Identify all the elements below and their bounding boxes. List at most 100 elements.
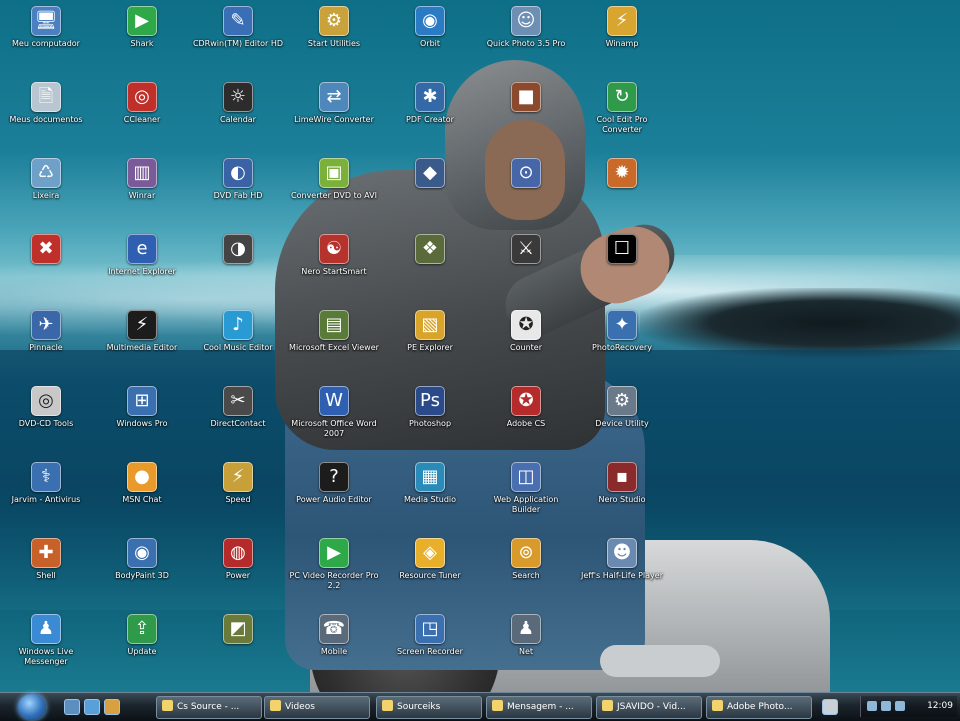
desktop-shortcut[interactable]: ⚙ Start Utilities <box>288 4 380 68</box>
taskbar-window-button[interactable]: Adobe Photo... <box>706 696 812 719</box>
device-icon: ⚙ <box>607 386 637 416</box>
desktop-shortcut[interactable]: ✚ Shell <box>0 536 92 600</box>
desktop-shortcut[interactable]: ▧ PE Explorer <box>384 308 476 372</box>
network-icon[interactable] <box>867 701 877 711</box>
desktop-shortcut[interactable]: ✎ CDRwin(TM) Editor HD <box>192 4 284 68</box>
desktop-shortcut[interactable]: ⚡ Speed <box>192 460 284 524</box>
shield-icon[interactable] <box>895 701 905 711</box>
desktop-shortcut[interactable]: ⚡ Multimedia Editor <box>96 308 188 372</box>
desktop-shortcut[interactable]: ◎ DVD-CD Tools <box>0 384 92 448</box>
shortcut-label: Device Utility <box>595 419 649 428</box>
taskbar-button-label: Videos <box>285 702 315 712</box>
video-recorder-icon: ▶ <box>319 538 349 568</box>
desktop-shortcut[interactable]: ▥ Winrar <box>96 156 188 220</box>
shortcut-label: Update <box>127 647 157 656</box>
shortcut-label: Jeff's Half-Life Player <box>581 571 663 580</box>
desktop-shortcut[interactable]: ▤ Microsoft Excel Viewer <box>288 308 380 372</box>
taskbar-window-button[interactable]: Mensagem - ... <box>486 696 592 719</box>
shortcut-label: Converter DVD to AVI <box>291 191 377 200</box>
desktop-shortcut[interactable]: ⚡ Winamp <box>576 4 668 68</box>
desktop-shortcut[interactable]: ♟ Net <box>480 612 572 676</box>
media-editor-icon: ✎ <box>223 6 253 36</box>
desktop-shortcut[interactable]: ⊚ Search <box>480 536 572 600</box>
taskbar-window-button[interactable]: Videos <box>264 696 370 719</box>
desktop-shortcut[interactable]: ◐ DVD Fab HD <box>192 156 284 220</box>
app-icon: ◆ <box>415 158 445 188</box>
desktop-shortcut[interactable]: ◉ Orbit <box>384 4 476 68</box>
shortcut-label: Microsoft Office Word 2007 <box>291 419 377 438</box>
desktop-shortcut[interactable]: 🖥 Meu computador <box>0 4 92 68</box>
desktop-shortcut[interactable]: ♟ Windows Live Messenger <box>0 612 92 676</box>
taskbar-window-button[interactable]: Sourceiks <box>376 696 482 719</box>
desktop-shortcut[interactable]: e Internet Explorer <box>96 232 188 296</box>
desktop-shortcut[interactable]: ⇄ LimeWire Converter <box>288 80 380 144</box>
desktop-shortcut[interactable]: ☻ Jeff's Half-Life Player <box>576 536 668 600</box>
globe-icon: e <box>127 234 157 264</box>
desktop-shortcut[interactable]: ● MSN Chat <box>96 460 188 524</box>
desktop-shortcut[interactable]: ☼ Calendar <box>192 80 284 144</box>
desktop-shortcut[interactable]: ✖ <box>0 232 92 296</box>
desktop-shortcut[interactable]: ⚙ Device Utility <box>576 384 668 448</box>
start-orb-button[interactable] <box>18 694 46 720</box>
desktop-shortcut[interactable]: ☺ Quick Photo 3.5 Pro <box>480 4 572 68</box>
taskbar-window-button[interactable]: JSAVIDO - Vid... <box>596 696 702 719</box>
shortcut-label: LimeWire Converter <box>294 115 374 124</box>
desktop-shortcut[interactable]: ⚔ <box>480 232 572 296</box>
desktop-shortcut[interactable]: W Microsoft Office Word 2007 <box>288 384 380 448</box>
shortcut-label: Screen Recorder <box>397 647 463 656</box>
desktop-shortcut[interactable]: ■ <box>480 80 572 144</box>
desktop-shortcut[interactable]: ◆ <box>384 156 476 220</box>
desktop-shortcut[interactable]: ⇪ Update <box>96 612 188 676</box>
volume-icon[interactable] <box>881 701 891 711</box>
nero-studio-icon: ▪ <box>607 462 637 492</box>
desktop-shortcut[interactable]: ◩ <box>192 612 284 676</box>
desktop-shortcut[interactable]: ✦ PhotoRecovery <box>576 308 668 372</box>
show-desktop-icon[interactable] <box>64 699 80 715</box>
desktop-shortcut[interactable]: ❖ <box>384 232 476 296</box>
app-icon: ⚔ <box>511 234 541 264</box>
desktop-shortcut[interactable]: ✪ Adobe CS <box>480 384 572 448</box>
desktop-shortcut[interactable]: ♪ Cool Music Editor <box>192 308 284 372</box>
desktop-shortcut[interactable]: ☎ Mobile <box>288 612 380 676</box>
desktop-shortcut[interactable]: ✱ PDF Creator <box>384 80 476 144</box>
desktop-shortcut[interactable]: ◍ Power <box>192 536 284 600</box>
desktop-shortcut[interactable]: ▶ PC Video Recorder Pro 2.2 <box>288 536 380 600</box>
desktop-shortcut[interactable]: ◎ CCleaner <box>96 80 188 144</box>
shortcut-label: PhotoRecovery <box>592 343 652 352</box>
desktop-shortcut[interactable]: ✪ Counter <box>480 308 572 372</box>
clock[interactable]: 12:09 <box>927 696 953 717</box>
desktop-shortcut[interactable]: ⊞ Windows Pro <box>96 384 188 448</box>
desktop-shortcut[interactable]: ↻ Cool Edit Pro Converter <box>576 80 668 144</box>
desktop-shortcut[interactable]: ◈ Resource Tuner <box>384 536 476 600</box>
taskbar-window-button[interactable]: Cs Source - ... <box>156 696 262 719</box>
shortcut-label: Orbit <box>419 39 441 48</box>
desktop-shortcut[interactable]: Ps Photoshop <box>384 384 476 448</box>
disc-icon: ◎ <box>31 386 61 416</box>
desktop-shortcut[interactable]: ☯ Nero StartSmart <box>288 232 380 296</box>
desktop-shortcut[interactable]: ▶ Shark <box>96 4 188 68</box>
desktop-shortcut[interactable]: ✈ Pinnacle <box>0 308 92 372</box>
internet-explorer-icon[interactable] <box>84 699 100 715</box>
desktop-shortcut[interactable]: ✹ <box>576 156 668 220</box>
desktop-shortcut[interactable]: ⚕ Jarvim - Antivirus <box>0 460 92 524</box>
desktop-shortcut[interactable]: ✂ DirectContact <box>192 384 284 448</box>
desktop-shortcut[interactable]: ⊙ <box>480 156 572 220</box>
shortcut-label: Cool Music Editor <box>203 343 273 352</box>
media-player-icon[interactable] <box>104 699 120 715</box>
shortcut-label: CCleaner <box>123 115 161 124</box>
app-icon[interactable] <box>822 699 838 715</box>
desktop-shortcut[interactable]: ◳ Screen Recorder <box>384 612 476 676</box>
desktop-shortcut[interactable]: ◫ Web Application Builder <box>480 460 572 524</box>
desktop-shortcut[interactable]: ◉ BodyPaint 3D <box>96 536 188 600</box>
desktop-shortcut[interactable]: ▪ Nero Studio <box>576 460 668 524</box>
desktop-shortcut[interactable]: ◑ <box>192 232 284 296</box>
power-icon: ◍ <box>223 538 253 568</box>
desktop-shortcut[interactable]: ▣ Converter DVD to AVI <box>288 156 380 220</box>
desktop-shortcut[interactable]: ▦ Media Studio <box>384 460 476 524</box>
desktop-shortcut[interactable]: 🗎 Meus documentos <box>0 80 92 144</box>
desktop-shortcut[interactable]: ☐ <box>576 232 668 296</box>
desktop-shortcut[interactable]: ? Power Audio Editor <box>288 460 380 524</box>
shortcut-label: Nero Studio <box>598 495 646 504</box>
shortcut-label: MSN Chat <box>122 495 162 504</box>
desktop-shortcut[interactable]: ♺ Lixeira <box>0 156 92 220</box>
